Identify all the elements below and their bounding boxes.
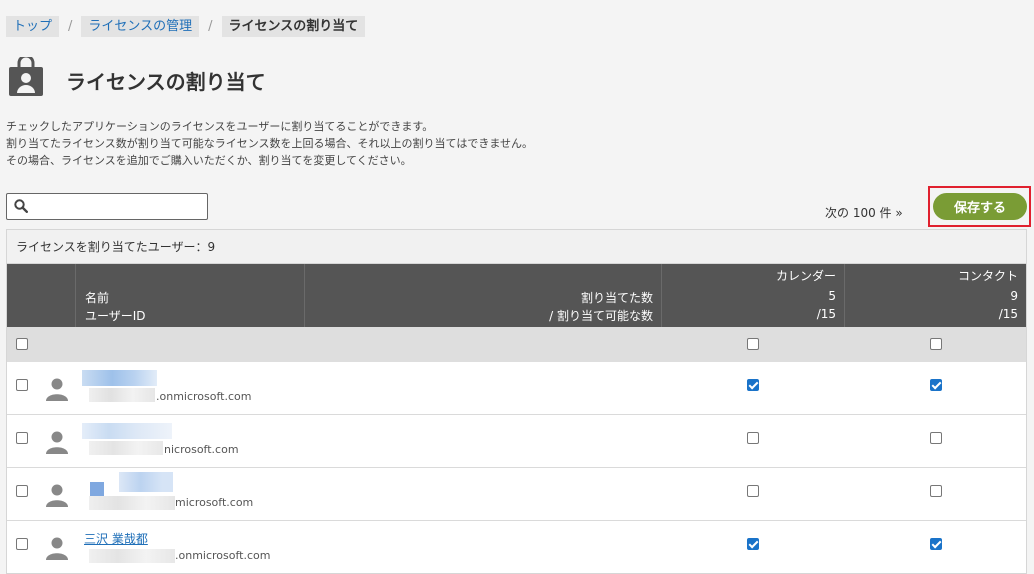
user-id: .onmicrosoft.com xyxy=(175,549,271,562)
calendar-license-checkbox[interactable] xyxy=(747,379,759,391)
header-name: 名前 xyxy=(85,291,110,305)
select-all-checkbox[interactable] xyxy=(16,338,28,350)
user-avatar-icon xyxy=(46,431,68,454)
header-count-col: 割り当てた数 / 割り当て可能な数 xyxy=(304,264,661,327)
next-page-link[interactable]: 次の 100 件 » xyxy=(825,204,903,221)
table-row: .onmicrosoft.com xyxy=(7,362,1026,415)
contact-license-checkbox[interactable] xyxy=(930,485,942,497)
user-avatar-icon xyxy=(46,378,68,401)
breadcrumb-current: ライセンスの割り当て xyxy=(221,16,366,37)
user-name-link[interactable]: 三沢 業哉都 xyxy=(84,530,148,547)
search-icon xyxy=(14,199,28,213)
header-assignable: / 割り当て可能な数 xyxy=(549,309,653,323)
description-line: チェックしたアプリケーションのライセンスをユーザーに割り当てることができます。 xyxy=(6,120,434,133)
app-name: カレンダー xyxy=(775,269,836,283)
header-name-col: 名前 ユーザーID xyxy=(75,264,304,327)
blurred-user-name xyxy=(119,472,173,492)
breadcrumb-license-management[interactable]: ライセンスの管理 xyxy=(81,16,200,37)
table-row: microsoft.com xyxy=(7,468,1026,521)
select-all-row xyxy=(7,327,1026,362)
license-table: ライセンスを割り当てたユーザー：9 名前 ユーザーID 割り当てた数 / 割り当… xyxy=(6,229,1027,574)
search-box[interactable] xyxy=(6,193,208,220)
user-avatar-icon xyxy=(46,484,68,507)
blurred-user-id xyxy=(89,441,163,455)
contact-license-checkbox[interactable] xyxy=(930,538,942,550)
blurred-user-id xyxy=(89,549,175,563)
user-id: nicrosoft.com xyxy=(164,443,239,456)
blurred-user-name xyxy=(82,370,157,386)
header-user-id: ユーザーID xyxy=(85,309,146,323)
breadcrumb-top[interactable]: トップ xyxy=(6,16,60,37)
row-select-checkbox[interactable] xyxy=(16,432,28,444)
app-assigned-count: 5 xyxy=(828,289,836,303)
save-button[interactable]: 保存する xyxy=(933,193,1027,220)
user-avatar-icon xyxy=(46,537,68,560)
page-description: チェックしたアプリケーションのライセンスをユーザーに割り当てることができます。 … xyxy=(6,118,533,169)
header-app-contact: コンタクト 9 /15 xyxy=(844,264,1026,327)
contact-license-checkbox[interactable] xyxy=(930,432,942,444)
row-select-checkbox[interactable] xyxy=(16,538,28,550)
breadcrumb-separator: / xyxy=(68,19,73,34)
user-id: microsoft.com xyxy=(175,496,254,509)
table-row: 三沢 業哉都 .onmicrosoft.com xyxy=(7,521,1026,573)
assigned-users-count: ライセンスを割り当てたユーザー：9 xyxy=(7,230,1026,264)
breadcrumb: トップ / ライセンスの管理 / ライセンスの割り当て xyxy=(6,16,366,37)
description-line: 割り当てたライセンス数が割り当て可能なライセンス数を上回る場合、それ以上の割り当… xyxy=(6,137,534,150)
table-row: nicrosoft.com xyxy=(7,415,1026,468)
blurred-user-name xyxy=(90,482,104,496)
app-total-count: /15 xyxy=(816,307,836,321)
table-header: 名前 ユーザーID 割り当てた数 / 割り当て可能な数 カレンダー 5 /15 … xyxy=(7,264,1026,327)
blurred-user-name xyxy=(82,423,172,439)
contact-license-checkbox[interactable] xyxy=(930,379,942,391)
user-id: .onmicrosoft.com xyxy=(156,390,252,403)
app-assigned-count: 9 xyxy=(1010,289,1018,303)
calendar-license-checkbox[interactable] xyxy=(747,538,759,550)
search-input[interactable] xyxy=(33,196,203,217)
blurred-user-id xyxy=(89,388,155,402)
header-assigned: 割り当てた数 xyxy=(580,291,653,305)
calendar-license-checkbox[interactable] xyxy=(747,432,759,444)
description-line: その場合、ライセンスを追加でご購入いただくか、割り当てを変更してください。 xyxy=(6,154,412,167)
header-app-calendar: カレンダー 5 /15 xyxy=(661,264,844,327)
app-total-count: /15 xyxy=(998,307,1018,321)
breadcrumb-separator: / xyxy=(208,19,213,34)
select-all-contact-checkbox[interactable] xyxy=(930,338,942,350)
row-select-checkbox[interactable] xyxy=(16,379,28,391)
blurred-user-id xyxy=(89,496,175,510)
calendar-license-checkbox[interactable] xyxy=(747,485,759,497)
app-name: コンタクト xyxy=(957,269,1018,283)
page-title: ライセンスの割り当て xyxy=(66,70,266,94)
select-all-calendar-checkbox[interactable] xyxy=(747,338,759,350)
row-select-checkbox[interactable] xyxy=(16,485,28,497)
license-bag-icon xyxy=(9,57,43,96)
header-select-col xyxy=(7,264,75,327)
